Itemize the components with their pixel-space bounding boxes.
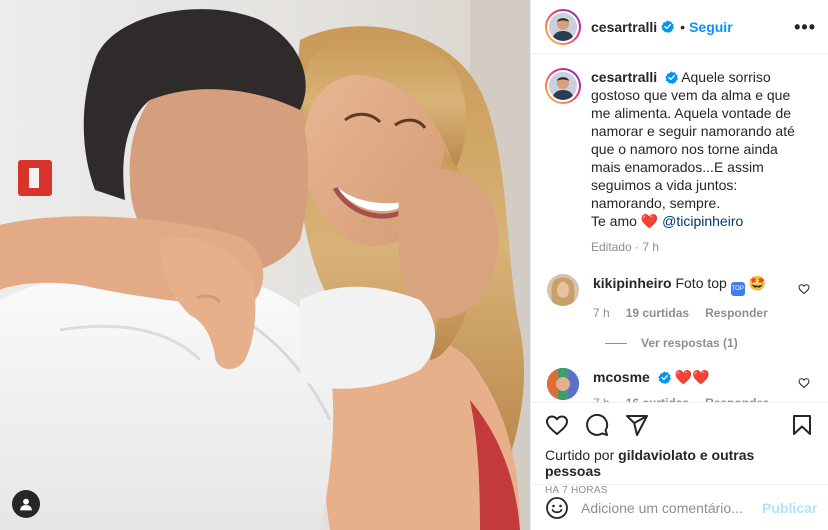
avatar-image: [549, 12, 577, 41]
comments-area[interactable]: cesartralli Aquele sorriso gostoso que v…: [531, 54, 828, 402]
view-replies-label: Ver respostas (1): [641, 336, 738, 350]
publish-button[interactable]: Publicar: [762, 500, 817, 516]
comment-time[interactable]: 7 h: [593, 394, 610, 402]
comment-text: Foto top: [675, 275, 727, 291]
bookmark-icon[interactable]: [790, 413, 814, 437]
liked-by-prefix: Curtido por: [545, 447, 615, 463]
avatar-image: [547, 368, 579, 400]
more-options-icon[interactable]: •••: [794, 18, 816, 36]
post-image: [0, 0, 530, 530]
comment-bubble-icon[interactable]: [585, 413, 609, 437]
top-emoji: TOP: [730, 282, 745, 296]
comment-actions: 7 h 19 curtidas Responder: [593, 304, 803, 322]
verified-badge-icon: [658, 371, 671, 384]
replies-line: [605, 342, 627, 344]
comment-username[interactable]: kikipinheiro: [593, 275, 672, 291]
red-heart-emoji: ❤️: [640, 213, 659, 229]
liked-by-summary[interactable]: Curtido por gildaviolato e outras pessoa…: [545, 447, 814, 479]
post-actions: Curtido por gildaviolato e outras pessoa…: [531, 402, 828, 496]
reply-button[interactable]: Responder: [705, 304, 768, 322]
caption-text: Aquele sorriso gostoso que vem da alma e…: [591, 69, 795, 211]
avatar-image: [549, 72, 577, 100]
view-replies-button[interactable]: Ver respostas (1): [605, 336, 812, 350]
author-avatar[interactable]: [545, 8, 581, 45]
comment-like-icon[interactable]: [798, 376, 810, 392]
caption-body: cesartralli Aquele sorriso gostoso que v…: [591, 68, 811, 256]
post-caption: cesartralli Aquele sorriso gostoso que v…: [545, 68, 812, 256]
smiley-icon[interactable]: [545, 496, 569, 520]
add-comment-bar: Publicar: [531, 484, 828, 530]
tagged-users-button[interactable]: [12, 490, 40, 518]
caption-mention-link[interactable]: @ticipinheiro: [662, 213, 743, 229]
post-side-panel: cesartralli • Seguir ••• cesartralli Aqu…: [530, 0, 828, 530]
comment-body: kikipinheiro Foto top TOP 🤩 7 h 19 curti…: [593, 274, 803, 322]
caption-love-text: Te amo: [591, 213, 637, 229]
post-modal: cesartralli • Seguir ••• cesartralli Aqu…: [0, 0, 828, 530]
post-photo[interactable]: [0, 0, 530, 530]
comment-likes[interactable]: 16 curtidas: [626, 394, 689, 402]
comment-body: mcosme ❤️❤️ 7 h 16 curtidas Responder: [593, 368, 803, 402]
comment-username[interactable]: mcosme: [593, 369, 650, 385]
follow-button[interactable]: Seguir: [689, 19, 733, 35]
commenter-avatar[interactable]: [547, 368, 579, 400]
paper-plane-icon[interactable]: [625, 413, 649, 437]
heart-outline-icon[interactable]: [545, 413, 569, 437]
comment-likes[interactable]: 19 curtidas: [626, 304, 689, 322]
verified-badge-icon: [665, 71, 679, 84]
avatar-image: [547, 274, 579, 306]
action-icons: [545, 409, 814, 441]
commenter-avatar[interactable]: [547, 274, 579, 306]
liked-by-and: e: [699, 447, 708, 463]
post-header: cesartralli • Seguir •••: [531, 0, 828, 54]
liked-by-user[interactable]: gildaviolato: [618, 447, 696, 463]
comment-item: kikipinheiro Foto top TOP 🤩 7 h 19 curti…: [545, 274, 812, 322]
comment-time[interactable]: 7 h: [593, 304, 610, 322]
comment-actions: 7 h 16 curtidas Responder: [593, 394, 803, 402]
caption-meta: Editado · 7 h: [591, 240, 660, 254]
reply-button[interactable]: Responder: [705, 394, 768, 402]
comment-input[interactable]: [581, 499, 762, 516]
header-separator: •: [680, 18, 686, 35]
comment-like-icon[interactable]: [798, 282, 810, 298]
comment-text: ❤️❤️: [674, 369, 710, 385]
user-tag-icon: [20, 498, 32, 511]
caption-avatar[interactable]: [545, 68, 581, 104]
comment-item: mcosme ❤️❤️ 7 h 16 curtidas Responder: [545, 368, 812, 402]
verified-badge-icon: [661, 20, 675, 33]
caption-username[interactable]: cesartralli: [591, 69, 657, 85]
author-username[interactable]: cesartralli: [591, 19, 657, 35]
caption-love-line: Te amo ❤️ @ticipinheiro: [591, 212, 811, 230]
star-struck-emoji: 🤩: [748, 275, 767, 291]
